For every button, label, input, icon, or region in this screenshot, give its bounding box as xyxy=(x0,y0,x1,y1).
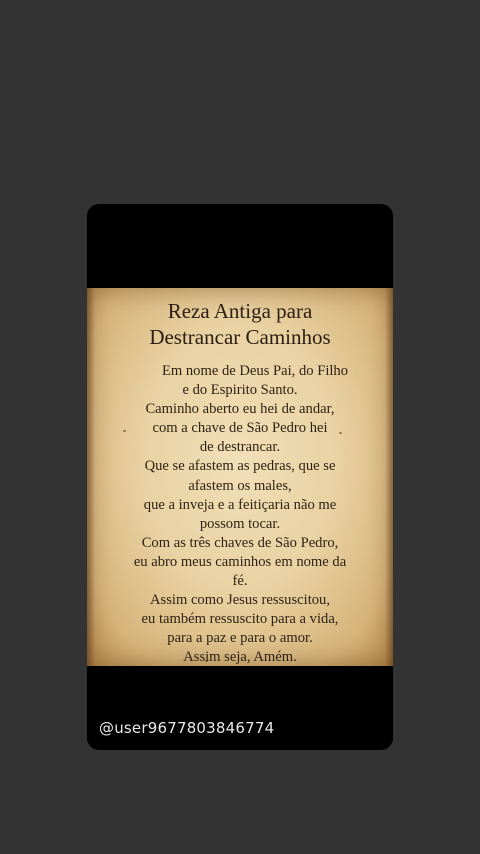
title-line-2: Destrancar Caminhos xyxy=(149,325,331,349)
prayer-text: Em nome de Deus Pai, do Filho e do Espir… xyxy=(101,362,379,668)
parchment-image: Reza Antiga para Destrancar Caminhos Em … xyxy=(87,288,393,666)
prayer-line: com a chave de São Pedro hei xyxy=(152,420,328,437)
prayer-line: Em nome de Deus Pai, do Filho xyxy=(161,363,349,379)
title-line-1: Reza Antiga para xyxy=(167,299,313,323)
prayer-line: possom tocar. xyxy=(199,515,281,532)
prayer-title: Reza Antiga para Destrancar Caminhos xyxy=(87,298,393,350)
prayer-line: Assim como Jesus ressuscitou, xyxy=(150,592,330,609)
prayer-line: para a paz e para o amor. xyxy=(167,630,313,647)
username-watermark: @user9677803846774 xyxy=(99,719,275,737)
prayer-line: Com as três chaves de São Pedro, xyxy=(141,534,339,551)
prayer-line: afastem os males, xyxy=(188,477,292,494)
parchment-speck xyxy=(205,660,208,662)
prayer-line: Caminho aberto eu hei de andar, xyxy=(145,401,335,418)
parchment-speck xyxy=(339,432,342,434)
prayer-line: que a inveja e a feitiçaria não me xyxy=(143,496,337,513)
video-card[interactable]: Reza Antiga para Destrancar Caminhos Em … xyxy=(87,204,393,750)
prayer-line: fé. xyxy=(232,573,248,590)
parchment-speck xyxy=(123,430,126,432)
prayer-line: Assim seja, Amém. xyxy=(183,649,297,666)
prayer-line: de destrancar. xyxy=(199,439,281,456)
prayer-line: Que se afastem as pedras, que se xyxy=(144,458,336,475)
prayer-line: eu também ressuscito para a vida, xyxy=(141,611,339,628)
prayer-line: eu abro meus caminhos em nome da xyxy=(133,553,347,570)
prayer-line: e do Espirito Santo. xyxy=(182,382,298,399)
